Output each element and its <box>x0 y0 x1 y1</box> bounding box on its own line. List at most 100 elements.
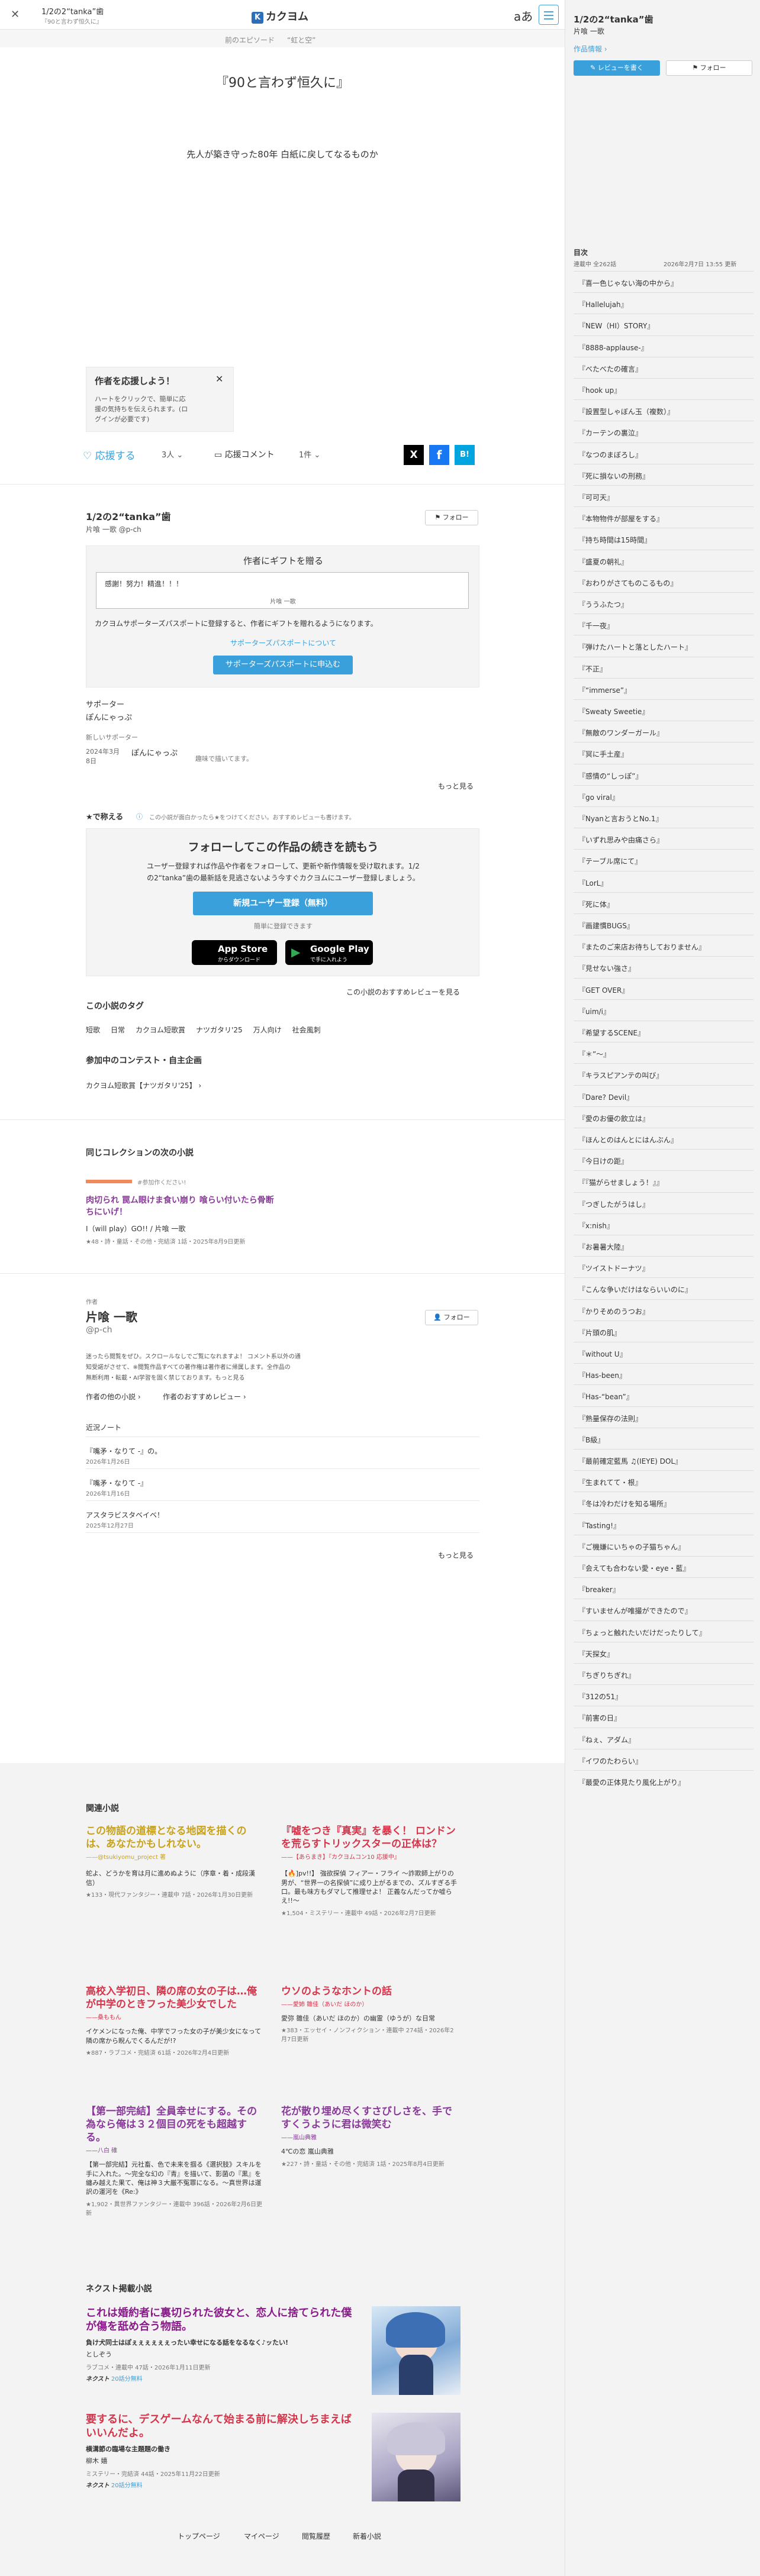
toc-item[interactable]: 『希望するSCENE』 <box>578 1028 750 1038</box>
support-heart-button[interactable]: ♡ 応援する <box>83 447 136 462</box>
author-name[interactable]: 片喰 一歌 <box>86 1308 137 1325</box>
app-store-button[interactable]: App Store からダウンロード <box>192 940 277 965</box>
related-card[interactable]: この物語の道標となる地図を描くのは、あなたかもしれない。 ——@tsukiyom… <box>86 1825 263 1899</box>
toc-item[interactable]: 『無敵のワンダーガール』 <box>578 728 750 738</box>
tag-item[interactable]: 短歌 <box>86 1025 100 1035</box>
collection-work-title[interactable]: 肉切られ 罠ム眼けま食い崩り 喰らい付いたら骨断ちにいげ！ <box>86 1195 275 1218</box>
follow-work-button[interactable]: ⚑ フォロー <box>425 510 478 525</box>
toc-item[interactable]: 『弾けたハートと落としたハート』 <box>578 642 750 652</box>
related-title[interactable]: 花が散り埋め尽くすさびしさを、手ですくうように君は微笑む <box>281 2105 459 2131</box>
tag-item[interactable]: ナツガタリ'25 <box>196 1025 243 1035</box>
note-title[interactable]: 『嘴矛・なりて -』 <box>86 1478 147 1488</box>
collection-work-author[interactable]: I（will play）GO!! / 片喰 一歌 <box>86 1224 185 1234</box>
toc-item[interactable]: 『Tasting!』 <box>578 1521 750 1531</box>
toc-item[interactable]: 『会えても合わない愛・eye・藍』 <box>578 1563 750 1573</box>
work-info-link[interactable]: 作品情報 › <box>574 44 607 54</box>
toc-item[interactable]: 『＊”～』 <box>578 1049 750 1059</box>
note-title[interactable]: アスタラビスタベイベ！ <box>86 1510 164 1520</box>
toc-item[interactable]: 『かりそめのうつお』 <box>578 1306 750 1316</box>
tag-item[interactable]: カクヨム短歌賞 <box>136 1025 185 1035</box>
passport-signup-button[interactable]: サポーターズパスポートに申込む <box>213 656 353 674</box>
related-title[interactable]: 【第一部完結】全員幸せにする。その為なら俺は３２個目の死をも超越する。 <box>86 2105 263 2144</box>
toc-item[interactable]: 『生まれてて・根』 <box>578 1477 750 1487</box>
footer-link-new[interactable]: 新着小説 <box>353 2531 381 2541</box>
next-cover-image[interactable] <box>372 2306 460 2395</box>
toc-item[interactable]: 『NEW（HI）STORY』 <box>578 321 750 331</box>
related-card[interactable]: 【第一部完結】全員幸せにする。その為なら俺は３２個目の死をも超越する。 ——八白… <box>86 2105 263 2217</box>
toc-item[interactable]: 『感情の“しっぽ”』 <box>578 771 750 781</box>
notes-more-link[interactable]: もっと見る <box>438 1550 474 1560</box>
next-card[interactable]: これは婚約者に裏切られた彼女と、恋人に捨てられた僕が傷を舐め合う物語。 負け犬同… <box>86 2306 358 2383</box>
kakuyomu-logo[interactable]: K カクヨム <box>252 8 308 24</box>
toc-item[interactable]: 『千一夜』 <box>578 621 750 631</box>
close-icon[interactable]: ✕ <box>11 8 20 21</box>
toc-item[interactable]: 『つぎしたがうはし』 <box>578 1199 750 1209</box>
toc-item[interactable]: 『x:nish』 <box>578 1221 750 1231</box>
toc-item[interactable]: 『死に体』 <box>578 899 750 909</box>
footer-link-history[interactable]: 閲覧履歴 <box>302 2531 330 2541</box>
toc-item[interactable]: 『喜一色じゃない海の中から』 <box>578 278 750 288</box>
toc-item[interactable]: 『おわりがさてものこるもの』 <box>578 578 750 588</box>
toc-item[interactable]: 『またのご来店お待ちしておりません』 <box>578 942 750 952</box>
toc-item[interactable]: 『最前確定藍馬 ♫(IEYE) DOL』 <box>578 1456 750 1466</box>
toc-item[interactable]: 『“immerse”』 <box>578 685 750 695</box>
toc-item[interactable]: 『Has-“bean”』 <box>578 1392 750 1402</box>
author-bio-3[interactable]: 無断利用・転載・AI学習を固く禁じております。もっと見る <box>86 1373 245 1381</box>
toc-item[interactable]: 『go viral』 <box>578 792 750 802</box>
related-title[interactable]: この物語の道標となる地図を描くのは、あなたかもしれない。 <box>86 1825 263 1851</box>
toc-item[interactable]: 『B級』 <box>578 1435 750 1445</box>
share-x-button[interactable]: X <box>404 445 424 465</box>
toc-item[interactable]: 『設置型しゃぼん玉（複数）』 <box>578 406 750 417</box>
toc-item[interactable]: 『不正』 <box>578 664 750 674</box>
toc-item[interactable]: 『312の51』 <box>578 1691 750 1702</box>
toc-item[interactable]: 『ちょっと触れたいだけだったりして』 <box>578 1628 750 1638</box>
toc-item[interactable]: 『片頭の肌』 <box>578 1328 750 1338</box>
toc-item[interactable]: 『Hallelujah』 <box>578 299 750 309</box>
supporters-more-link[interactable]: もっと見る <box>438 781 474 791</box>
toc-item[interactable]: 『8888-applause-』 <box>578 343 750 353</box>
toc-item[interactable]: 『本物物件が部屋をする』 <box>578 514 750 524</box>
toc-item[interactable]: 『いずれ思みや由痛さら』 <box>578 835 750 845</box>
toc-item[interactable]: 『イワのたわらい』 <box>578 1756 750 1766</box>
toc-item[interactable]: 『ううふたつ』 <box>578 599 750 609</box>
toc-item[interactable]: 『冬は冷わだけを知る場所』 <box>578 1499 750 1509</box>
help-icon[interactable]: ⓘ <box>136 812 143 821</box>
follow-author-button[interactable]: 👤 フォロー <box>425 1310 478 1325</box>
related-card[interactable]: 高校入学初日、隣の席の女の子は…俺が中学のときフった美少女でした ——桑ももん … <box>86 1985 263 2057</box>
toc-item[interactable]: 『可可天』 <box>578 492 750 502</box>
toc-item[interactable]: 『テーブル席にて』 <box>578 856 750 866</box>
support-count[interactable]: 3人 ⌄ <box>162 448 183 460</box>
share-hatena-button[interactable]: B! <box>455 445 475 465</box>
comment-button[interactable]: ▭ 応援コメント <box>214 448 275 460</box>
font-settings-icon[interactable]: aあ <box>514 7 533 24</box>
toc-item[interactable]: 『今日けの距』 <box>578 1156 750 1166</box>
toc-item[interactable]: 『死に損ないの刑務』 <box>578 471 750 481</box>
related-title[interactable]: ウソのようなホントの話 <box>281 1985 459 1998</box>
toc-item[interactable]: 『GET OVER』 <box>578 985 750 995</box>
related-title[interactable]: 高校入学初日、隣の席の女の子は…俺が中学のときフった美少女でした <box>86 1985 263 2011</box>
toc-item[interactable]: 『LorL』 <box>578 878 750 888</box>
related-card[interactable]: 花が散り埋め尽くすさびしさを、手ですくうように君は微笑む ——嵐山典雅 4℃の恋… <box>281 2105 459 2168</box>
work-title-link[interactable]: 1/2の2“tanka”歯 <box>86 509 171 523</box>
related-title[interactable]: 『嘘をつき『真実』を暴く！ ロンドンを荒らすトリックスターの正体は？ <box>281 1825 459 1851</box>
related-card[interactable]: 『嘘をつき『真実』を暴く！ ロンドンを荒らすトリックスターの正体は？ ——【あら… <box>281 1825 459 1917</box>
supporter-name[interactable]: ぽんにゃっぷ <box>86 711 132 722</box>
next-card[interactable]: 要するに、デスゲームなんて始まる前に解決しちまえばいいんだよ。 横溝節の臨場な主… <box>86 2413 358 2489</box>
toc-item[interactable]: 『Nyanと言おうとNo.1』 <box>578 814 750 824</box>
sidebar-follow-button[interactable]: ⚑ フォロー <box>666 60 752 76</box>
passport-info-link[interactable]: サポーターズパスポートについて <box>86 638 480 648</box>
toc-item[interactable]: 『熟量保存の法則』 <box>578 1413 750 1423</box>
toc-item[interactable]: 『Sweaty Sweetie』 <box>578 706 750 716</box>
next-episode-link[interactable]: “虹と空” <box>287 35 315 45</box>
toc-item[interactable]: 『愛のお優の飲立は』 <box>578 1113 750 1124</box>
footer-link-top[interactable]: トップページ <box>178 2531 220 2541</box>
author-reviews-link[interactable]: 作者のおすすめレビュー › <box>163 1392 246 1402</box>
toc-item[interactable]: 『見せない強さ』 <box>578 963 750 973</box>
next-title[interactable]: 要するに、デスゲームなんて始まる前に解決しちまえばいいんだよ。 <box>86 2413 358 2441</box>
tag-item[interactable]: 社会風刺 <box>292 1025 321 1035</box>
footer-link-mypage[interactable]: マイページ <box>244 2531 279 2541</box>
close-icon[interactable]: ✕ <box>215 373 223 385</box>
prev-episode-link[interactable]: 前のエピソード <box>225 35 275 45</box>
toc-item[interactable]: 『ねぇ、アダム』 <box>578 1735 750 1745</box>
write-review-button[interactable]: ✎ レビューを書く <box>574 60 660 76</box>
